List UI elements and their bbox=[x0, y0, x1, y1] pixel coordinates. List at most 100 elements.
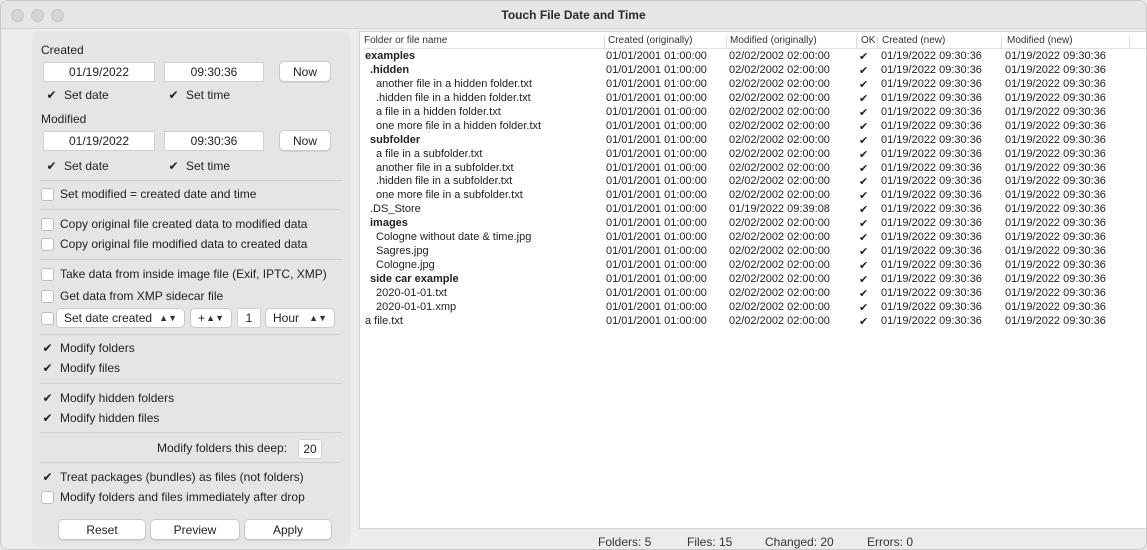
shift-field-select[interactable]: Set date created ▲▼ bbox=[56, 308, 185, 328]
row-cell: 01/01/2001 01:00:00 bbox=[606, 63, 707, 76]
table-row[interactable]: one more file in a hidden folder.txt 01/0… bbox=[360, 119, 1146, 134]
table-row[interactable]: Cologne without date & time.jpg 01/01/200… bbox=[360, 231, 1146, 245]
table-row[interactable]: a file in a subfolder.txt 01/01/2001 01:0… bbox=[360, 147, 1146, 162]
title-bar: Touch File Date and Time bbox=[1, 1, 1146, 29]
modified-set-date-checkbox[interactable]: ✔ Set date bbox=[45, 159, 108, 173]
row-cell: 01/19/2022 09:30:36 bbox=[1005, 105, 1106, 118]
table-row[interactable]: .hidden file in a hidden folder.txt 01/01… bbox=[360, 91, 1146, 106]
table-row[interactable]: a file in a hidden folder.txt 01/01/2001 … bbox=[360, 105, 1146, 120]
table-row[interactable]: examples 01/01/2001 01:00:00 02/02/2002 02… bbox=[360, 50, 1146, 64]
created-time-field[interactable]: 09:30:36 bbox=[164, 62, 264, 82]
depth-field[interactable]: 20 bbox=[298, 439, 322, 459]
created-set-time-checkbox[interactable]: ✔ Set time bbox=[167, 88, 230, 102]
file-table[interactable]: Folder or file name Created (originally)… bbox=[359, 31, 1146, 529]
row-cell: 01/19/2022 09:30:36 bbox=[881, 91, 982, 104]
table-row[interactable]: .hidden file in a subfolder.txt 01/01/200… bbox=[360, 175, 1146, 189]
row-cell: 01/19/2022 09:30:36 bbox=[881, 175, 982, 188]
row-cell: 01/01/2001 01:00:00 bbox=[606, 286, 707, 299]
row-cell: 01/01/2001 01:00:00 bbox=[606, 119, 707, 132]
preview-button[interactable]: Preview bbox=[150, 519, 240, 540]
ok-checkmark-icon: ✔ bbox=[859, 148, 869, 161]
created-now-button[interactable]: Now bbox=[279, 61, 331, 82]
row-cell: 01/19/2022 09:39:08 bbox=[729, 203, 830, 216]
table-row[interactable]: .hidden 01/01/2001 01:00:00 02/02/2002 02:… bbox=[360, 63, 1146, 78]
row-cell: 02/02/2002 02:00:00 bbox=[729, 245, 830, 258]
row-cell: 01/19/2022 09:30:36 bbox=[881, 161, 982, 174]
apply-button[interactable]: Apply bbox=[244, 519, 332, 540]
column-header-created-orig[interactable]: Created (originally) bbox=[608, 35, 692, 46]
copy-created-to-modified-checkbox[interactable]: Copy original file created data to modif… bbox=[41, 217, 307, 231]
column-header-created-new[interactable]: Created (new) bbox=[882, 35, 945, 46]
table-row[interactable]: another file in a hidden folder.txt 01/01… bbox=[360, 77, 1146, 92]
chevron-updown-icon: ▲▼ bbox=[206, 313, 224, 323]
row-cell: 02/02/2002 02:00:00 bbox=[729, 259, 830, 272]
row-cell: 01/19/2022 09:30:36 bbox=[881, 300, 982, 313]
row-cell: 02/02/2002 02:00:00 bbox=[729, 105, 830, 118]
table-row[interactable]: subfolder 01/01/2001 01:00:00 02/02/2002 0… bbox=[360, 133, 1146, 148]
modified-set-time-checkbox[interactable]: ✔ Set time bbox=[167, 159, 230, 173]
row-cell: 01/19/2022 09:30:36 bbox=[881, 50, 982, 62]
close-window-icon[interactable] bbox=[11, 9, 24, 22]
status-bar: Folders: 5 Files: 15 Changed: 20 Errors:… bbox=[359, 531, 1146, 549]
status-changed: Changed: 20 bbox=[765, 535, 834, 549]
table-row[interactable]: 2020-01-01.xmp 01/01/2001 01:00:00 02/02/2… bbox=[360, 300, 1146, 315]
modify-files-checkbox[interactable]: ✔ Modify files bbox=[41, 361, 120, 375]
row-cell: 01/19/2022 09:30:36 bbox=[881, 231, 982, 244]
row-cell: 01/19/2022 09:30:36 bbox=[1005, 245, 1106, 258]
row-name: Cologne without date & time.jpg bbox=[376, 231, 532, 244]
ok-checkmark-icon: ✔ bbox=[859, 120, 869, 133]
row-cell: 01/19/2022 09:30:36 bbox=[1005, 314, 1106, 327]
table-row[interactable]: one more file in a subfolder.txt 01/01/20… bbox=[360, 189, 1146, 203]
row-cell: 01/01/2001 01:00:00 bbox=[606, 259, 707, 272]
modify-hidden-files-checkbox[interactable]: ✔ Modify hidden files bbox=[41, 411, 159, 425]
row-cell: 02/02/2002 02:00:00 bbox=[729, 77, 830, 90]
table-row[interactable]: .DS_Store 01/01/2001 01:00:00 01/19/2022 0… bbox=[360, 203, 1146, 217]
shift-date-checkbox[interactable] bbox=[41, 312, 54, 325]
ok-checkmark-icon: ✔ bbox=[859, 51, 869, 63]
row-cell: 02/02/2002 02:00:00 bbox=[729, 161, 830, 174]
table-row[interactable]: 2020-01-01.txt 01/01/2001 01:00:00 02/02/2… bbox=[360, 286, 1146, 301]
column-header-ok[interactable]: OK bbox=[861, 35, 875, 46]
table-row[interactable]: images 01/01/2001 01:00:00 02/02/2002 02:0… bbox=[360, 217, 1146, 231]
shift-unit-select[interactable]: Hour ▲▼ bbox=[265, 308, 335, 328]
checkmark-icon: ✔ bbox=[42, 470, 53, 484]
table-row[interactable]: another file in a subfolder.txt 01/01/200… bbox=[360, 161, 1146, 176]
row-cell: 01/01/2001 01:00:00 bbox=[606, 245, 707, 258]
copy-modified-to-created-checkbox[interactable]: Copy original file modified data to crea… bbox=[41, 237, 307, 251]
modified-date-field[interactable]: 01/19/2022 bbox=[43, 131, 155, 151]
row-name: a file in a subfolder.txt bbox=[376, 147, 483, 160]
modify-folders-checkbox[interactable]: ✔ Modify folders bbox=[41, 341, 134, 355]
shift-amount-field[interactable]: 1 bbox=[237, 308, 261, 328]
created-date-field[interactable]: 01/19/2022 bbox=[43, 62, 155, 82]
reset-button[interactable]: Reset bbox=[58, 519, 146, 540]
xmp-sidecar-checkbox[interactable]: Get data from XMP sidecar file bbox=[41, 289, 223, 303]
row-name: .hidden bbox=[370, 63, 410, 76]
zoom-window-icon[interactable] bbox=[51, 9, 64, 22]
table-row[interactable]: side car example 01/01/2001 01:00:00 02/02… bbox=[360, 273, 1146, 287]
modified-now-button[interactable]: Now bbox=[279, 130, 331, 151]
column-header-modified-orig[interactable]: Modified (originally) bbox=[730, 35, 817, 46]
checkmark-icon: ✔ bbox=[168, 159, 179, 173]
row-cell: 02/02/2002 02:00:00 bbox=[729, 189, 830, 202]
created-set-date-checkbox[interactable]: ✔ Set date bbox=[45, 88, 108, 102]
row-cell: 01/19/2022 09:30:36 bbox=[1005, 63, 1106, 76]
shift-operator-select[interactable]: + ▲▼ bbox=[190, 308, 232, 328]
table-row[interactable]: Cologne.jpg 01/01/2001 01:00:00 02/02/2002… bbox=[360, 259, 1146, 273]
row-cell: 02/02/2002 02:00:00 bbox=[729, 147, 830, 160]
modify-hidden-folders-checkbox[interactable]: ✔ Modify hidden folders bbox=[41, 391, 174, 405]
take-image-data-checkbox[interactable]: Take data from inside image file (Exif, … bbox=[41, 267, 327, 281]
row-name: Sagres.jpg bbox=[376, 245, 429, 258]
row-name: subfolder bbox=[370, 133, 421, 146]
table-row[interactable]: Sagres.jpg 01/01/2001 01:00:00 02/02/2002 … bbox=[360, 245, 1146, 259]
minimize-window-icon[interactable] bbox=[31, 9, 44, 22]
set-modified-equal-checkbox[interactable]: Set modified = created date and time bbox=[41, 187, 256, 201]
modify-immediately-checkbox[interactable]: Modify folders and files immediately aft… bbox=[41, 490, 305, 504]
table-row[interactable]: a file.txt 01/01/2001 01:00:00 02/02/2002 … bbox=[360, 314, 1146, 329]
column-header-name[interactable]: Folder or file name bbox=[364, 35, 447, 46]
row-cell: 02/02/2002 02:00:00 bbox=[729, 217, 830, 230]
treat-packages-checkbox[interactable]: ✔ Treat packages (bundles) as files (not… bbox=[41, 470, 303, 484]
column-header-modified-new[interactable]: Modified (new) bbox=[1007, 35, 1073, 46]
divider bbox=[40, 383, 342, 384]
modified-time-field[interactable]: 09:30:36 bbox=[164, 131, 264, 151]
divider bbox=[40, 334, 342, 335]
